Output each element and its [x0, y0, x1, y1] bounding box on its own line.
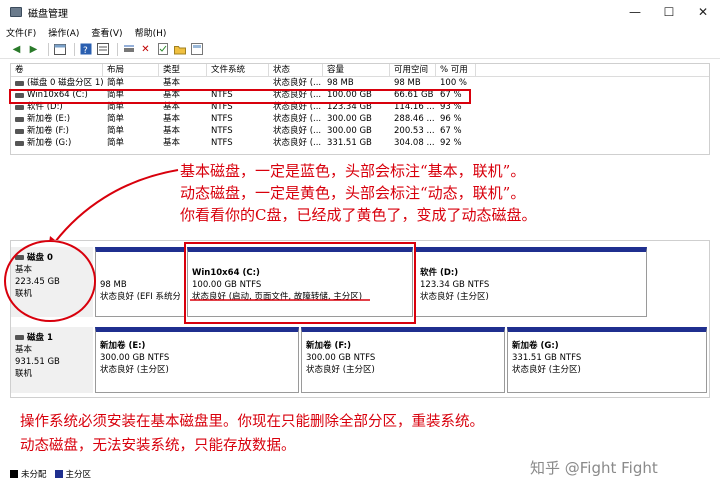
- legend-primary-swatch: [54, 470, 63, 478]
- watermark: 知乎 @Fight Fight: [530, 459, 658, 477]
- legend-unallocated-swatch: [10, 470, 18, 478]
- annotation-bottom-line: 操作系统必须安装在基本磁盘里。你现在只能删除全部分区，重装系统。: [20, 414, 484, 430]
- annotation-bottom-line: 动态磁盘，无法安装系统，只能存放数据。: [20, 438, 296, 454]
- legend-primary-label: 主分区: [65, 470, 92, 480]
- annotation-bottom: 操作系统必须安装在基本磁盘里。你现在只能删除全部分区，重装系统。 动态磁盘，无法…: [20, 410, 484, 458]
- legend: 未分配 主分区: [10, 468, 91, 480]
- legend-unallocated-label: 未分配: [21, 470, 47, 480]
